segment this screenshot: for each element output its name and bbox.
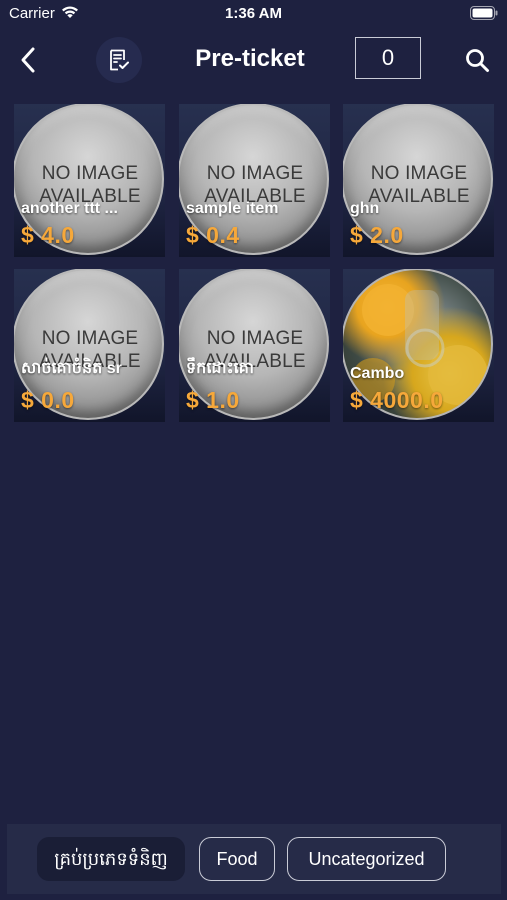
chevron-left-icon <box>21 47 35 73</box>
no-image-line1: NO IMAGE <box>206 163 304 184</box>
battery-icon <box>470 6 498 20</box>
product-tile[interactable]: Cambo $ 4000.0 <box>343 269 494 422</box>
product-name: Cambo <box>350 365 405 382</box>
category-chip-uncategorized[interactable]: Uncategorized <box>287 837 446 881</box>
receipt-check-icon <box>110 49 129 71</box>
product-name: sample item <box>186 200 279 217</box>
no-image-line1: NO IMAGE <box>370 163 468 184</box>
product-price: $ 4000.0 <box>350 387 444 413</box>
product-tile[interactable]: NO IMAGE AVAILABLE សាច់គោចំនិត sr $ 0.0 <box>14 269 165 422</box>
product-tile[interactable]: NO IMAGE AVAILABLE ទឹកដោះគោ $ 1.0 <box>179 269 330 422</box>
ticket-count-box[interactable]: 0 <box>355 37 421 79</box>
product-tile[interactable]: NO IMAGE AVAILABLE another ttt ... $ 4.0 <box>14 104 165 257</box>
ticket-list-button[interactable] <box>96 37 142 83</box>
category-bar: គ្រប់ប្រភេទទំនិញ Food Uncategorized <box>7 824 501 894</box>
nav-bar: Pre-ticket 0 <box>0 28 507 92</box>
product-price: $ 4.0 <box>21 222 75 248</box>
back-button[interactable] <box>12 42 46 78</box>
product-name: ទឹកដោះគោ <box>186 360 254 377</box>
no-image-line1: NO IMAGE <box>206 328 304 349</box>
status-time: 1:36 AM <box>225 5 282 22</box>
product-price: $ 2.0 <box>350 222 404 248</box>
category-chip-food[interactable]: Food <box>199 837 275 881</box>
category-chip-all[interactable]: គ្រប់ប្រភេទទំនិញ <box>37 837 185 881</box>
page-title: Pre-ticket <box>195 45 305 72</box>
product-tile[interactable]: NO IMAGE AVAILABLE sample item $ 0.4 <box>179 104 330 257</box>
search-icon <box>466 49 489 72</box>
product-price: $ 0.0 <box>21 387 75 413</box>
product-price: $ 0.4 <box>186 222 240 248</box>
product-name: សាច់គោចំនិត sr <box>21 360 122 377</box>
product-price: $ 1.0 <box>186 387 240 413</box>
product-tile[interactable]: NO IMAGE AVAILABLE ghn $ 2.0 <box>343 104 494 257</box>
no-image-line1: NO IMAGE <box>41 328 139 349</box>
no-image-line1: NO IMAGE <box>41 163 139 184</box>
status-bar: Carrier 1:36 AM <box>0 0 507 28</box>
product-name: ghn <box>350 200 380 217</box>
search-button[interactable] <box>462 45 494 77</box>
product-name: another ttt ... <box>21 200 118 217</box>
